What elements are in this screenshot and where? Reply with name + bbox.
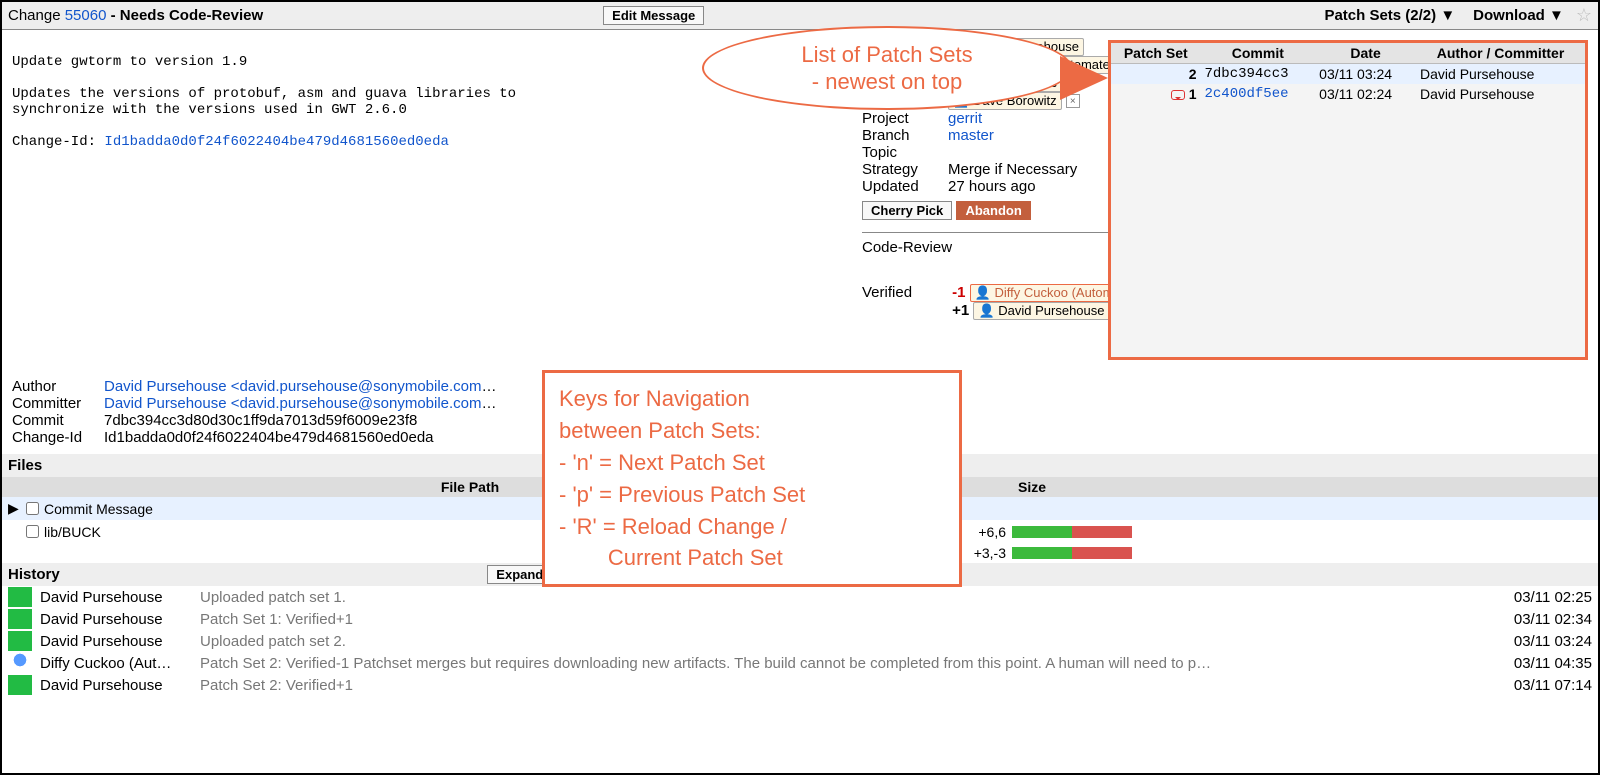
verifier-chip[interactable]: 👤 David Pursehouse: [973, 302, 1109, 320]
patch-set-row[interactable]: 1 2c400df5ee03/11 02:24David Pursehouse: [1111, 84, 1585, 104]
history-row[interactable]: David PursehouseUploaded patch set 1.03/…: [2, 586, 1598, 608]
project-link[interactable]: gerrit: [948, 110, 982, 127]
author-link[interactable]: David Pursehouse <david.pursehouse@sonym…: [104, 378, 482, 395]
star-icon[interactable]: ☆: [1576, 5, 1592, 26]
file-checkbox[interactable]: [26, 502, 39, 515]
history-row[interactable]: David PursehousePatch Set 1: Verified+10…: [2, 608, 1598, 630]
branch-link[interactable]: master: [948, 127, 994, 144]
history-row[interactable]: David PursehouseUploaded patch set 2.03/…: [2, 630, 1598, 652]
annotation-bubble: List of Patch Sets - newest on top: [702, 26, 1072, 110]
comment-icon: [1171, 90, 1185, 100]
expand-icon[interactable]: ▶: [8, 500, 22, 517]
change-title: Change 55060 - Needs Code-Review: [8, 7, 263, 24]
committer-link[interactable]: David Pursehouse <david.pursehouse@sonym…: [104, 395, 482, 412]
patch-sets-dropdown[interactable]: Patch Sets (2/2) ▼: [1324, 7, 1455, 24]
topbar: Change 55060 - Needs Code-Review Edit Me…: [2, 2, 1598, 30]
avatar-icon: [8, 609, 32, 629]
cherry-pick-button[interactable]: Cherry Pick: [862, 201, 952, 220]
history-row[interactable]: Diffy Cuckoo (Aut…Patch Set 2: Verified-…: [2, 652, 1598, 674]
abandon-button[interactable]: Abandon: [956, 201, 1030, 220]
change-id-link[interactable]: Id1badda0d0f24f6022404be479d4681560ed0ed…: [104, 134, 448, 150]
annotation-box: Keys for Navigation between Patch Sets: …: [542, 370, 962, 587]
avatar-icon: [8, 631, 32, 651]
change-id-hash: Id1badda0d0f24f6022404be479d4681560ed0ed…: [104, 429, 434, 446]
avatar-icon: [8, 675, 32, 695]
annotation-bubble-tail: [1064, 60, 1106, 96]
edit-message-button[interactable]: Edit Message: [603, 6, 704, 25]
patch-set-row[interactable]: 2 7dbc394cc303/11 03:24David Pursehouse: [1111, 64, 1585, 85]
file-checkbox[interactable]: [26, 525, 39, 538]
avatar-icon: [8, 653, 32, 673]
commit-message: Update gwtorm to version 1.9 Updates the…: [12, 38, 752, 378]
commit-hash: 7dbc394cc3d80d30c1ff9da7013d59f6009e23f8: [104, 412, 417, 429]
patch-sets-panel: Patch SetCommitDateAuthor / Committer 2 …: [1108, 40, 1588, 360]
change-number-link[interactable]: 55060: [65, 7, 107, 24]
download-dropdown[interactable]: Download ▼: [1473, 7, 1564, 24]
avatar-icon: [8, 587, 32, 607]
history-row[interactable]: David PursehousePatch Set 2: Verified+10…: [2, 674, 1598, 696]
code-review-label: Code-Review: [862, 239, 952, 256]
